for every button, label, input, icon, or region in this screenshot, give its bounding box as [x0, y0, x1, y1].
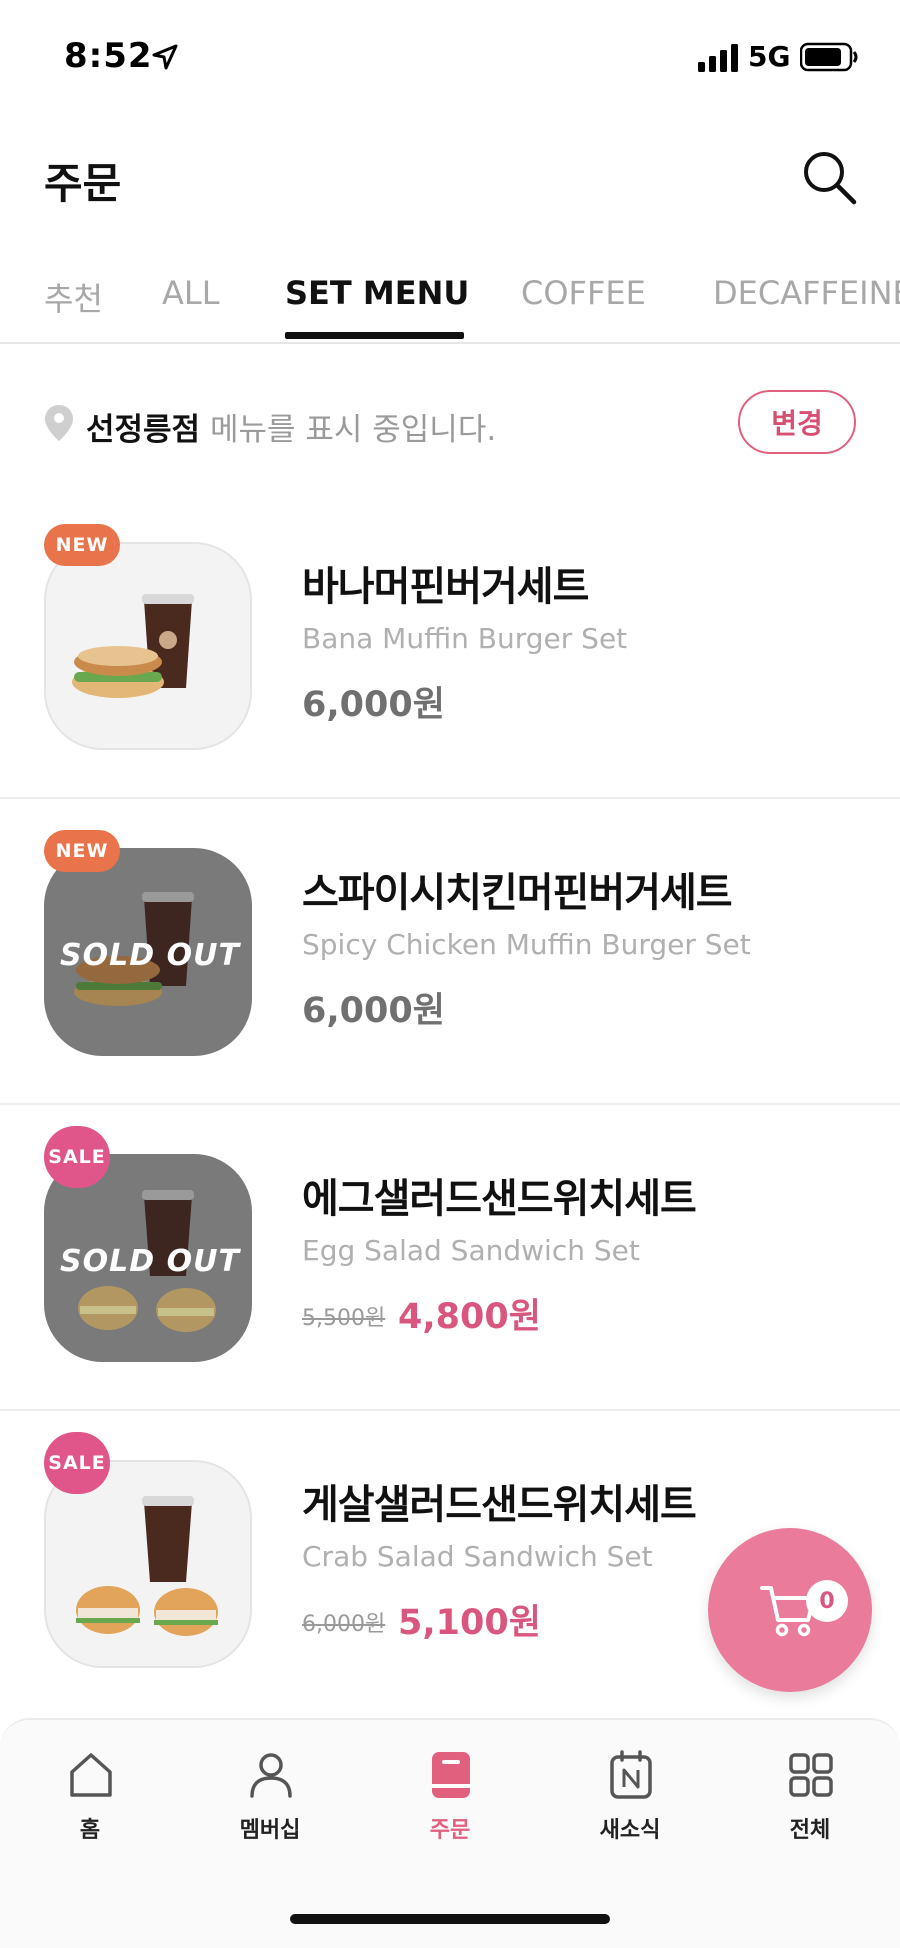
menu-item[interactable]: SOLD OUT SALE 에그샐러드샌드위치세트 Egg Salad Sand…	[0, 1106, 900, 1411]
original-price: 5,500원	[302, 1306, 386, 1331]
search-icon[interactable]	[800, 148, 860, 208]
menu-item[interactable]: NEW 바나머핀버거세트 Bana Muffin Burger Set 6,00…	[0, 494, 900, 799]
network-label: 5G	[748, 40, 791, 73]
menu-item-name: 게살샐러드샌드위치세트	[302, 1482, 697, 1528]
menu-item-image: SOLD OUT	[44, 848, 252, 1056]
nav-order[interactable]: 주문	[380, 1750, 520, 1860]
store-notice: 선정릉점 메뉴를 표시 중입니다. 변경	[0, 344, 900, 494]
tab-set-menu[interactable]: SET MENU	[285, 274, 469, 312]
menu-item-name: 에그샐러드샌드위치세트	[302, 1176, 697, 1222]
location-pin-icon	[45, 405, 73, 441]
category-tabs: 추천 ALL SET MENU COFFEE DECAFFEINE	[0, 262, 900, 344]
battery-icon	[800, 42, 858, 72]
location-arrow-icon	[152, 44, 178, 70]
tab-all[interactable]: ALL	[162, 274, 220, 312]
sold-out-label: SOLD OUT	[60, 1244, 240, 1279]
nav-home-label: 홈	[79, 1818, 101, 1843]
order-icon	[432, 1752, 470, 1798]
nav-order-label: 주문	[429, 1818, 471, 1843]
tab-coffee[interactable]: COFFEE	[521, 274, 646, 312]
original-price: 6,000원	[302, 1612, 386, 1637]
cart-count-badge: 0	[806, 1580, 848, 1622]
nav-all-label: 전체	[789, 1818, 831, 1843]
new-badge: NEW	[44, 524, 120, 566]
status-time: 8:52	[64, 36, 153, 76]
nav-news-label: 새소식	[599, 1818, 661, 1843]
sold-out-label: SOLD OUT	[60, 938, 240, 973]
active-tab-indicator	[285, 332, 464, 339]
menu-item-price: 6,000원	[302, 991, 445, 1031]
menu-item-image	[44, 542, 252, 750]
cart-button[interactable]: 0	[708, 1528, 872, 1692]
tab-decaffeine[interactable]: DECAFFEINE	[713, 274, 900, 312]
menu-item-name-en: Bana Muffin Burger Set	[302, 622, 628, 655]
sale-price: 4,800원	[398, 1297, 541, 1337]
signal-icon	[698, 44, 738, 72]
store-message: 선정릉점 메뉴를 표시 중입니다.	[86, 404, 496, 449]
store-message-text: 메뉴를 표시 중입니다.	[200, 412, 497, 448]
menu-item-name-en: Spicy Chicken Muffin Burger Set	[302, 928, 751, 961]
nav-membership[interactable]: 멤버십	[200, 1750, 340, 1860]
home-icon	[70, 1753, 112, 1797]
status-bar: 8:52 5G	[0, 0, 900, 110]
nav-all[interactable]: 전체	[740, 1750, 880, 1860]
menu-item[interactable]: SOLD OUT NEW 스파이시치킨머핀버거세트 Spicy Chicken …	[0, 800, 900, 1105]
burger-set-image	[72, 594, 194, 698]
sale-badge: SALE	[44, 1126, 110, 1188]
nav-membership-label: 멤버십	[239, 1818, 301, 1843]
nav-home[interactable]: 홈	[20, 1750, 160, 1860]
user-icon	[250, 1753, 292, 1798]
sale-badge: SALE	[44, 1432, 110, 1494]
menu-item-name: 바나머핀버거세트	[302, 564, 589, 610]
menu-item-price: 6,000원	[302, 685, 445, 725]
menu-item-name: 스파이시치킨머핀버거세트	[302, 870, 733, 916]
news-icon	[610, 1750, 652, 1799]
menu-item-name-en: Egg Salad Sandwich Set	[302, 1234, 640, 1267]
nav-news[interactable]: 새소식	[560, 1750, 700, 1860]
store-name: 선정릉점	[86, 412, 201, 448]
sale-price: 5,100원	[398, 1603, 541, 1643]
home-indicator	[290, 1914, 610, 1924]
menu-item-name-en: Crab Salad Sandwich Set	[302, 1540, 653, 1573]
change-store-button[interactable]: 변경	[738, 390, 856, 454]
grid-icon	[789, 1753, 833, 1797]
new-badge: NEW	[44, 830, 120, 872]
tab-recommend[interactable]: 추천	[44, 274, 103, 320]
page-title: 주문	[44, 159, 122, 208]
